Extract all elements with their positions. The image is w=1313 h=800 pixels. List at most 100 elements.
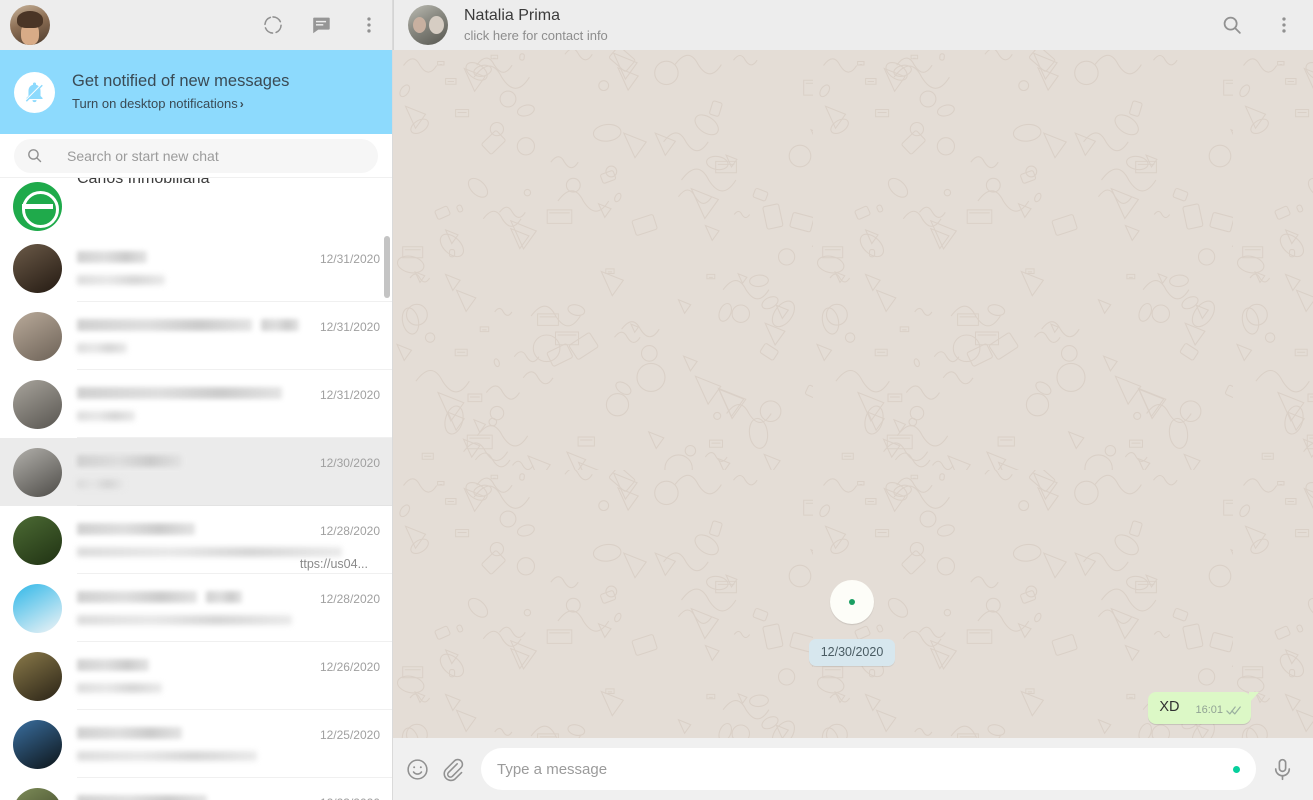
chat-item-top-line: 12/26/2020: [77, 658, 380, 674]
chat-avatar: [13, 651, 62, 701]
chat-item-date: 12/28/2020: [319, 591, 380, 606]
notification-banner-title: Get notified of new messages: [72, 71, 290, 90]
chat-item-body: 12/30/2020: [77, 438, 392, 506]
chat-item-second-line: [77, 266, 380, 285]
search-input[interactable]: [67, 147, 366, 164]
chat-item-message: [77, 342, 127, 353]
chat-item-second-line: [77, 470, 380, 489]
chat-item-date: 12/31/2020: [319, 387, 380, 402]
chat-item-name-extra: [261, 318, 299, 331]
chat-item-top-line: 12/25/2020: [77, 726, 380, 742]
chat-item-message: [77, 614, 292, 625]
chat-item-name: [77, 522, 195, 535]
contact-name: Natalia Prima: [464, 6, 561, 24]
chat-item-body: 12/31/2020: [77, 370, 392, 438]
chat-item-top-line: 12/30/2020: [77, 454, 380, 470]
composer-icons: [405, 757, 465, 782]
desktop-notification-banner[interactable]: Get notified of new messages Turn on des…: [0, 50, 392, 134]
chat-list-item-partial[interactable]: Carlos Inmobiliaria: [0, 178, 392, 234]
date-separator: 12/30/2020: [808, 639, 896, 666]
chat-list-item[interactable]: 12/31/2020: [0, 302, 392, 370]
message-list: 12/30/2020 XD 16:01: [393, 50, 1313, 738]
chat-item-body: 12/25/2020: [77, 710, 392, 778]
chat-list-item-partial-name: Carlos Inmobiliaria: [77, 178, 210, 187]
chat-item-name-extra: [206, 590, 242, 603]
chat-item-name: [77, 250, 147, 263]
chat-item-body: 12/26/2020: [77, 642, 392, 710]
chat-item-body: 12/28/2020 ttps://us04...: [77, 506, 392, 574]
conversation-header-texts[interactable]: Natalia Prima click here for contact inf…: [464, 6, 608, 45]
chat-list-item[interactable]: 12/31/2020: [0, 370, 392, 438]
chat-item-date: 12/25/2020: [319, 727, 380, 742]
chat-list-item[interactable]: 12/30/2020: [0, 438, 392, 506]
microphone-icon[interactable]: [1270, 757, 1295, 782]
chat-item-top-line: 12/28/2020: [77, 522, 380, 538]
message-row: XD 16:01: [455, 692, 1259, 724]
chevron-right-icon: ›: [239, 96, 244, 111]
chat-list-item[interactable]: 12/25/2020: [0, 710, 392, 778]
chat-item-date: 12/30/2020: [319, 455, 380, 470]
chat-item-date: 12/26/2020: [319, 659, 380, 674]
contact-avatar[interactable]: [408, 5, 448, 45]
chat-avatar: [13, 583, 62, 633]
message-bubble-outgoing[interactable]: XD 16:01: [1148, 692, 1259, 724]
status-icon[interactable]: [262, 14, 284, 36]
notification-banner-subtitle[interactable]: Turn on desktop notifications ›: [72, 94, 289, 114]
chat-list-item[interactable]: 12/26/2020: [0, 642, 392, 710]
chat-item-second-line: [77, 334, 380, 353]
notification-banner-texts: Get notified of new messages Turn on des…: [72, 71, 289, 114]
loading-spinner-dot: [849, 599, 855, 605]
chat-list-item[interactable]: 12/23/2020: [0, 778, 392, 800]
search-pill[interactable]: [14, 138, 378, 173]
search-icon: [26, 147, 43, 164]
search-bar: [0, 134, 392, 178]
chat-item-second-line: [77, 606, 380, 625]
chat-item-second-line: [77, 402, 380, 421]
online-status-dot: [1233, 765, 1240, 773]
chat-item-top-line: 12/23/2020: [77, 794, 380, 800]
chat-avatar: [13, 243, 62, 293]
chat-item-name: [77, 658, 149, 671]
chat-item-message: [77, 682, 162, 693]
attach-icon[interactable]: [440, 757, 465, 782]
message-composer: [393, 738, 1313, 800]
read-receipt-icon: [1226, 705, 1242, 716]
chat-item-message: [77, 274, 165, 285]
bell-slash-icon: [14, 71, 55, 113]
chat-list: 1/5/2021 12/31/2020: [0, 178, 392, 800]
chat-avatar: [13, 447, 62, 497]
conversation-header-icons: [1221, 14, 1295, 36]
notification-banner-subtitle-text: Turn on desktop notifications: [72, 95, 238, 111]
menu-icon[interactable]: [1273, 14, 1295, 36]
chat-list-item[interactable]: 12/31/2020: [0, 234, 392, 302]
chat-item-second-line: [77, 742, 380, 761]
message-input-pill[interactable]: [481, 748, 1256, 790]
chat-avatar: [13, 787, 62, 800]
new-chat-icon[interactable]: [310, 14, 332, 36]
search-icon[interactable]: [1221, 14, 1243, 36]
chat-item-date: 12/31/2020: [319, 251, 380, 266]
chat-item-top-line: 12/31/2020: [77, 250, 380, 266]
chat-item-message: [77, 750, 257, 761]
user-profile-avatar[interactable]: [10, 5, 50, 45]
whatsapp-web-app: Get notified of new messages Turn on des…: [0, 0, 1313, 800]
message-time: 16:01: [1195, 704, 1223, 716]
chat-item-name: [77, 726, 182, 739]
chat-item-name: [77, 454, 182, 467]
chat-list-item[interactable]: 12/28/2020: [0, 574, 392, 642]
chat-item-message: [77, 478, 124, 489]
chat-item-name: [77, 318, 252, 331]
menu-icon[interactable]: [358, 14, 380, 36]
message-text: XD: [1159, 699, 1180, 715]
message-input[interactable]: [497, 760, 1225, 778]
chat-list-item[interactable]: 12/28/2020 ttps://us04...: [0, 506, 392, 574]
emoji-icon[interactable]: [405, 757, 430, 782]
chat-item-top-line: 12/28/2020: [77, 590, 380, 606]
chat-item-date: 12/31/2020: [319, 319, 380, 334]
chat-avatar: [13, 515, 62, 565]
chat-list-scrollbar-thumb[interactable]: [384, 236, 390, 298]
chat-list-scrollbar[interactable]: [384, 178, 391, 800]
chat-item-message: [77, 546, 342, 557]
chat-item-top-line: 12/31/2020: [77, 386, 380, 402]
chat-item-name: [77, 386, 282, 399]
